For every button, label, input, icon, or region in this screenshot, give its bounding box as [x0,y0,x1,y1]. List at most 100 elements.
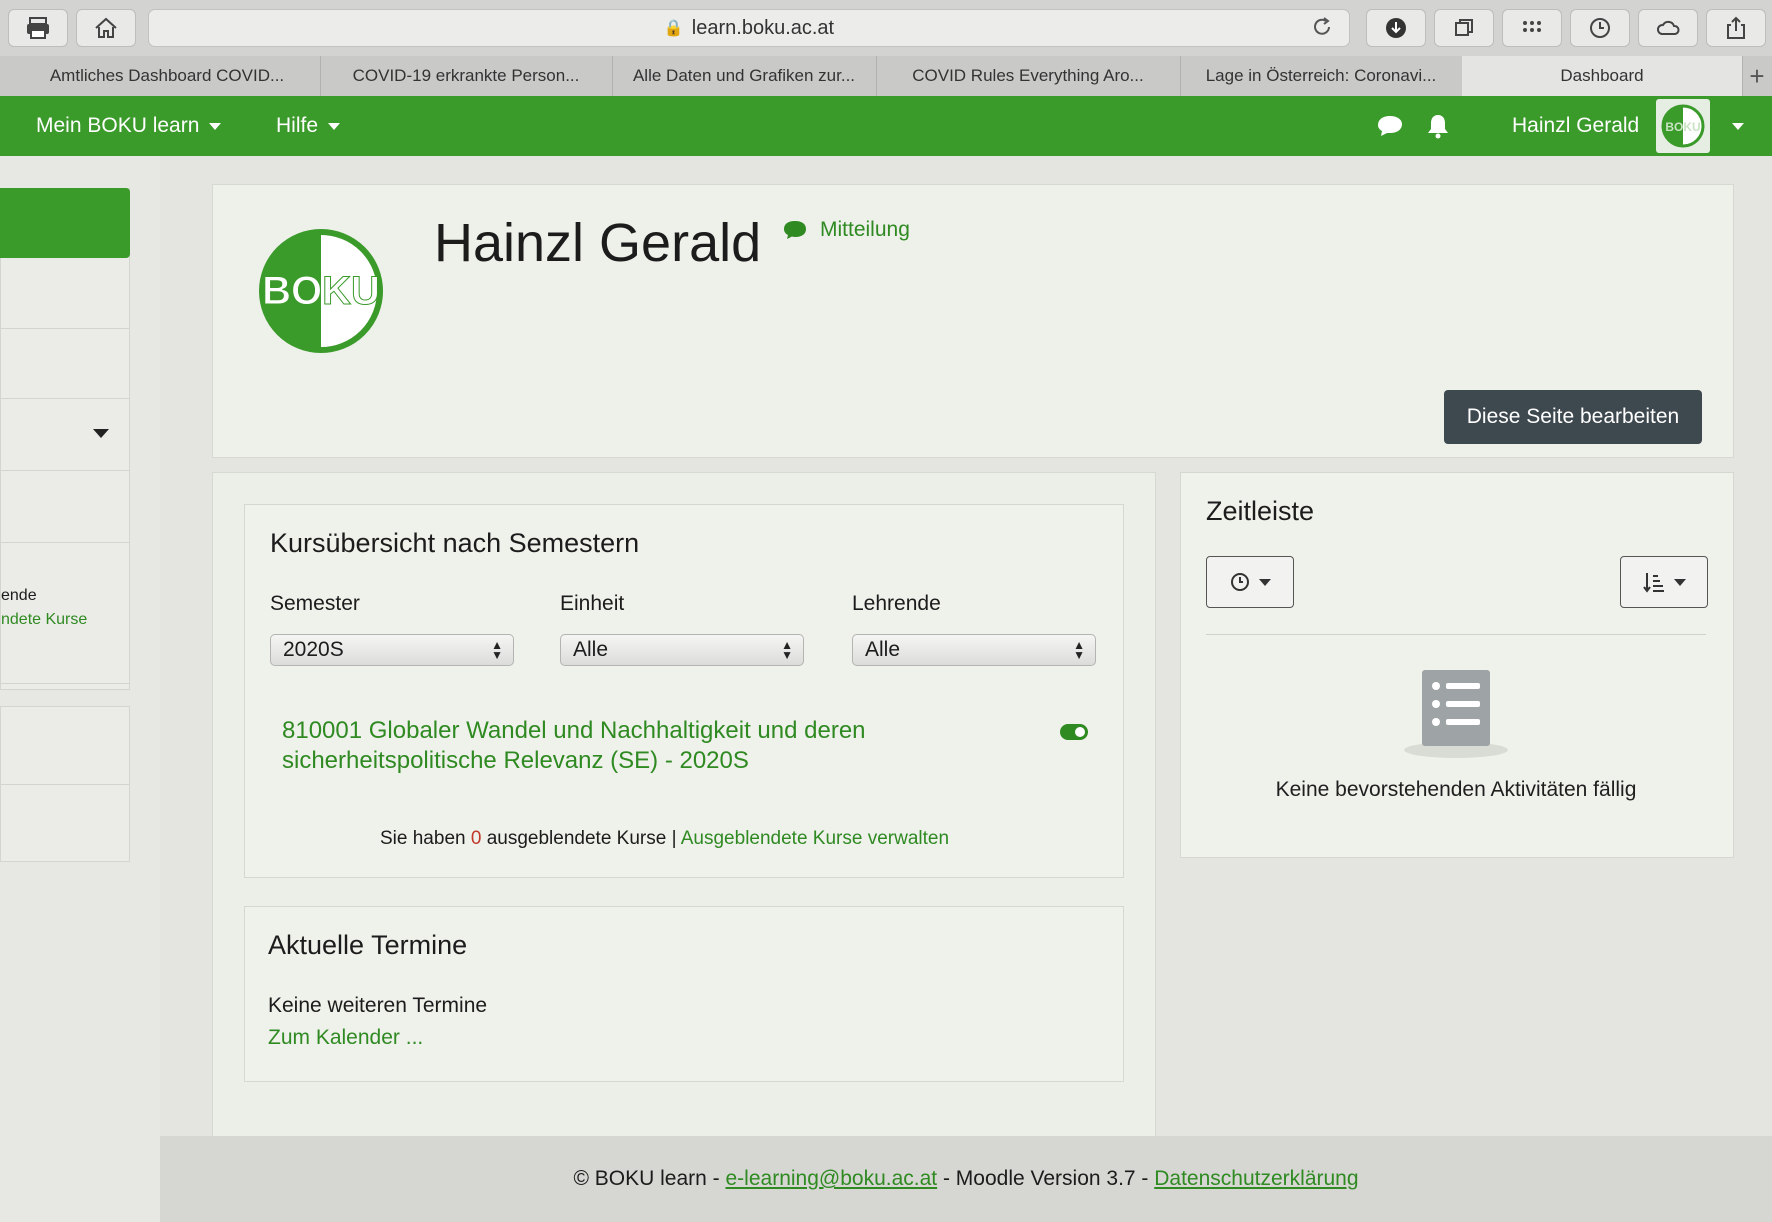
my-boku-menu[interactable]: Mein BOKU learn [36,96,222,156]
select-arrows-icon: ▲ ▼ [1073,638,1085,662]
sidebar-item[interactable] [0,258,130,329]
divider [1206,634,1706,635]
notifications-bell-icon[interactable] [1426,96,1450,156]
footer-prefix: © BOKU learn - [573,1167,720,1190]
sort-list-icon [1643,573,1664,593]
sidebar-item[interactable] [0,470,130,544]
message-bubble-icon [784,221,806,239]
timeline-title: Zeitleiste [1206,496,1315,526]
browser-tab-active[interactable]: Dashboard [1462,56,1743,96]
page-footer: © BOKU learn - e-learning@boku.ac.at - M… [160,1136,1772,1222]
tab-label: COVID-19 erkrankte Person... [352,66,580,85]
avatar-text: BOKU [1665,120,1700,134]
course-link-line: sicherheitspolitische Relevanz (SE) - 20… [282,747,749,774]
chevron-down-icon [1259,578,1271,586]
sidebar-item-expandable[interactable] [0,398,130,472]
address-bar[interactable]: 🔒 learn.boku.ac.at [148,9,1350,47]
tab-label: Lage in Österreich: Coronavi... [1205,66,1437,85]
empty-list-illustration-icon [1404,670,1508,758]
share-icon[interactable] [1706,9,1766,47]
print-icon[interactable] [8,9,68,47]
my-boku-menu-label: Mein BOKU learn [36,114,200,137]
help-menu[interactable]: Hilfe [276,96,341,156]
hidden-courses-info: Sie haben 0 ausgeblendete Kurse | Ausgeb… [380,828,949,850]
avatar[interactable]: BOKU [1656,99,1710,153]
timeline-filter-button[interactable] [1206,556,1294,608]
sidebar-text: ende [1,587,37,604]
manage-hidden-courses-link[interactable]: Ausgeblendete Kurse verwalten [681,828,949,849]
unit-label: Einheit [560,592,625,615]
browser-toolbar: 🔒 learn.boku.ac.at [0,0,1772,57]
timeline-sort-button[interactable] [1620,556,1708,608]
url-text: learn.boku.ac.at [691,16,835,39]
course-link-line: 810001 Globaler Wandel und Nachhaltigkei… [282,717,866,744]
chevron-down-icon [1674,578,1686,586]
lock-icon: 🔒 [663,20,684,37]
send-message-link[interactable]: Mitteilung [782,218,910,242]
teachers-value: Alle [865,638,901,661]
browser-tab[interactable]: Lage in Österreich: Coronavi... [1180,56,1463,96]
course-link[interactable]: 810001 Globaler Wandel und Nachhaltigkei… [282,716,922,776]
sidebar-link[interactable]: ndete Kurse [1,611,87,629]
footer-version: - Moodle Version 3.7 - [942,1167,1149,1190]
timeline-empty-text: Keine bevorstehenden Aktivitäten fällig [1275,778,1637,801]
chevron-down-icon [209,122,222,130]
page-title: Hainzl Gerald [434,213,762,273]
unit-select[interactable]: Alle ▲ ▼ [560,634,804,666]
browser-tab[interactable]: COVID Rules Everything Aro... [876,56,1181,96]
edit-page-button[interactable]: Diese Seite bearbeiten [1444,390,1702,444]
hidden-prefix: Sie haben [380,828,466,849]
reload-icon[interactable] [1311,16,1333,44]
user-name-label: Hainzl Gerald [1512,114,1640,137]
events-title: Aktuelle Termine [268,930,468,960]
sidebar-item[interactable] [0,784,130,862]
browser-tab[interactable]: Alle Daten und Grafiken zur... [612,56,877,96]
cloud-icon[interactable] [1638,9,1698,47]
hidden-suffix: ausgeblendete Kurse | [486,828,677,849]
apps-grid-icon[interactable] [1502,9,1562,47]
new-tab-icon[interactable]: + [1742,56,1772,96]
logo-text: BOKU [262,269,380,313]
tab-overview-icon[interactable] [1434,9,1494,47]
tab-label: Alle Daten und Grafiken zur... [632,66,856,85]
sidebar-item[interactable] [0,328,130,400]
tab-label: Dashboard [1560,66,1644,85]
tab-label: COVID Rules Everything Aro... [912,66,1144,85]
chevron-down-icon [93,429,109,438]
home-icon[interactable] [76,9,136,47]
privacy-policy-link[interactable]: Datenschutzerklärung [1154,1167,1358,1191]
select-arrows-icon: ▲ ▼ [781,638,793,662]
teachers-label: Lehrende [852,592,941,615]
footer-email-link[interactable]: e-learning@boku.ac.at [726,1167,938,1191]
course-overview-title: Kursübersicht nach Semestern [270,528,640,558]
sidebar-block: ende ndete Kurse [0,542,130,684]
events-empty-text: Keine weiteren Termine [268,994,488,1017]
browser-tab[interactable]: Amtliches Dashboard COVID... [14,56,321,96]
download-icon[interactable] [1366,9,1426,47]
chevron-down-icon [328,122,341,130]
message-label: Mitteilung [820,218,910,241]
course-overview-block [244,504,1124,878]
tab-label: Amtliches Dashboard COVID... [49,66,285,85]
help-menu-label: Hilfe [276,114,319,137]
messages-icon[interactable] [1376,96,1404,156]
browser-tab-bar: Amtliches Dashboard COVID... COVID-19 er… [0,56,1772,97]
user-menu-toggle[interactable] [1732,96,1744,156]
boku-logo: BOKU [259,229,383,353]
hidden-count: 0 [470,828,482,849]
site-navbar: Mein BOKU learn Hilfe Hainzl Gerald BOKU [0,96,1772,156]
unit-value: Alle [573,638,609,661]
browser-tab[interactable]: COVID-19 erkrankte Person... [320,56,613,96]
calendar-link[interactable]: Zum Kalender ... [268,1026,423,1050]
semester-select[interactable]: 2020S ▲ ▼ [270,634,514,666]
select-arrows-icon: ▲ ▼ [491,638,503,662]
clock-icon [1231,573,1249,591]
sidebar-item[interactable] [0,706,130,786]
history-icon[interactable] [1570,9,1630,47]
semester-value: 2020S [283,638,344,661]
user-menu-name[interactable]: Hainzl Gerald [1512,96,1639,156]
chevron-down-icon [1732,122,1744,130]
sidebar-item-active[interactable] [0,188,130,258]
course-visibility-toggle[interactable] [1060,724,1088,740]
teachers-select[interactable]: Alle ▲ ▼ [852,634,1096,666]
